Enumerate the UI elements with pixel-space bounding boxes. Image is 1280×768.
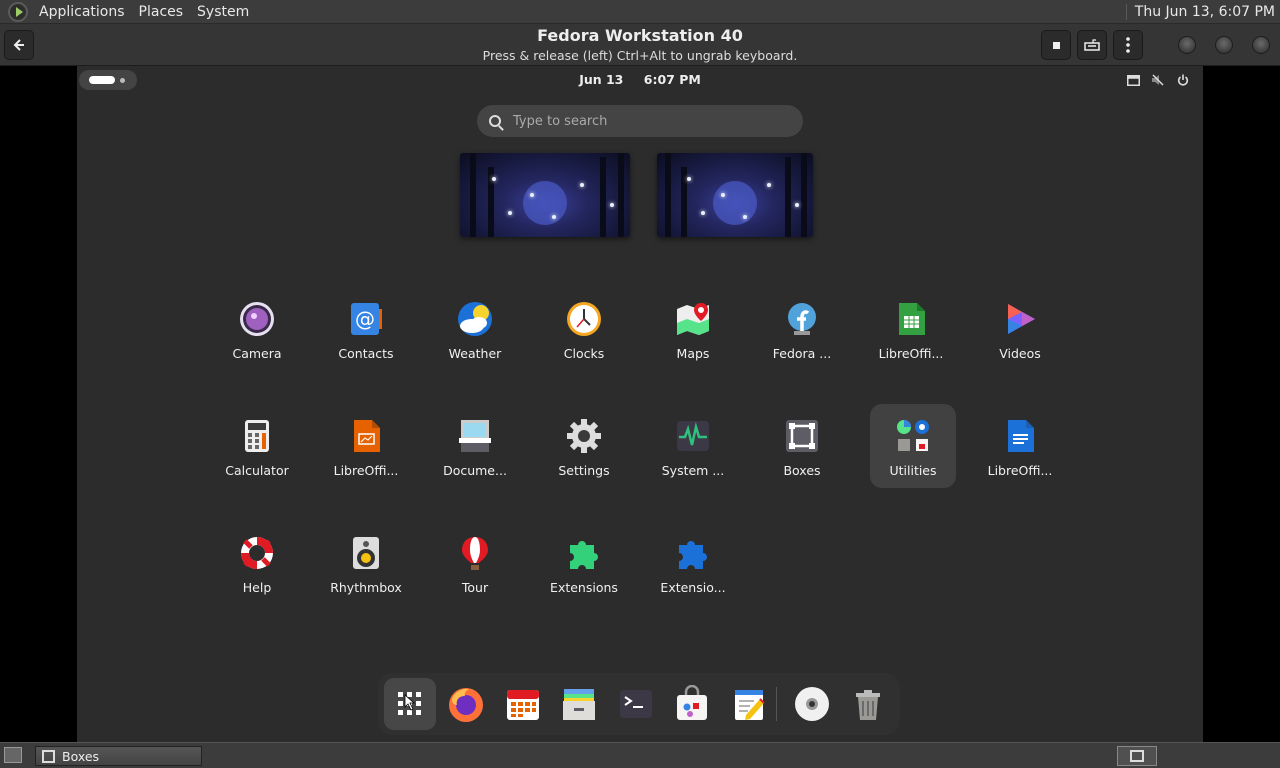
taskbar-item-boxes[interactable]: Boxes xyxy=(35,746,202,766)
guest-clock[interactable]: Jun 13 6:07 PM xyxy=(77,72,1203,87)
app-libreoffice-calc[interactable]: LibreOffi... xyxy=(868,287,954,371)
app-system-monitor[interactable]: System ... xyxy=(650,404,736,488)
workspace-switcher[interactable] xyxy=(1117,746,1157,766)
app-document-scanner[interactable]: Docume... xyxy=(432,404,518,488)
app-extensions[interactable]: Extensions xyxy=(541,521,627,605)
search-placeholder: Type to search xyxy=(513,113,608,129)
boxes-header-bar: Fedora Workstation 40 Press & release (l… xyxy=(0,24,1280,66)
taskbar-item-label: Boxes xyxy=(62,748,100,764)
app-clocks[interactable]: Clocks xyxy=(541,287,627,371)
app-help[interactable]: Help xyxy=(214,521,300,605)
menu-button[interactable] xyxy=(1113,30,1143,60)
calendar-icon[interactable] xyxy=(504,685,542,723)
app-libreoffice-impress[interactable]: LibreOffi... xyxy=(323,404,409,488)
boxes-icon xyxy=(786,420,818,452)
document-icon xyxy=(1008,420,1034,452)
balloon-icon xyxy=(462,537,488,570)
scanner-icon xyxy=(459,420,491,452)
map-icon xyxy=(677,303,709,335)
trash-icon[interactable] xyxy=(849,685,887,723)
text-editor-icon[interactable] xyxy=(730,685,768,723)
show-apps-icon[interactable] xyxy=(391,685,429,723)
app-settings[interactable]: Settings xyxy=(541,404,627,488)
presentation-icon xyxy=(354,420,380,452)
square-icon xyxy=(1052,41,1060,49)
dock-separator xyxy=(776,687,777,721)
menu-applications[interactable]: Applications xyxy=(32,4,132,20)
video-play-icon xyxy=(1008,304,1035,334)
app-calculator[interactable]: Calculator xyxy=(214,404,300,488)
puzzle-blue-icon xyxy=(679,541,707,569)
guest-time: 6:07 PM xyxy=(643,72,701,87)
workspace-thumbnail-2[interactable] xyxy=(657,153,813,237)
dash-dock xyxy=(378,673,900,735)
firefox-icon[interactable] xyxy=(447,685,485,723)
app-folder-utilities[interactable]: Utilities xyxy=(870,404,956,488)
files-icon[interactable] xyxy=(560,685,598,723)
host-top-panel: Applications Places System Thu Jun 13, 6… xyxy=(0,0,1280,24)
camera-icon xyxy=(240,302,274,336)
app-camera[interactable]: Camera xyxy=(214,287,300,371)
puzzle-green-icon xyxy=(570,541,598,569)
menu-places[interactable]: Places xyxy=(132,4,191,20)
app-boxes[interactable]: Boxes xyxy=(759,404,845,488)
volume-muted-icon[interactable] xyxy=(1150,72,1166,88)
terminal-icon[interactable] xyxy=(617,685,655,723)
app-rhythmbox[interactable]: Rhythmbox xyxy=(323,521,409,605)
workspace-thumbnail-1[interactable] xyxy=(460,153,630,237)
workspace-icon xyxy=(1130,750,1144,762)
app-videos[interactable]: Videos xyxy=(977,287,1063,371)
guest-date: Jun 13 xyxy=(579,72,624,87)
lifebuoy-icon xyxy=(241,537,273,569)
system-monitor-icon xyxy=(677,421,709,451)
menu-system[interactable]: System xyxy=(190,4,256,20)
power-icon[interactable] xyxy=(1175,72,1191,88)
distro-logo-icon[interactable] xyxy=(8,1,28,22)
app-extension-manager[interactable]: Extensio... xyxy=(650,521,736,605)
keyboard-icon xyxy=(1084,39,1100,51)
vertical-dots-icon xyxy=(1126,37,1130,53)
keyboard-button[interactable] xyxy=(1077,30,1107,60)
svg-text:@: @ xyxy=(355,307,375,331)
maximize-button[interactable] xyxy=(1215,36,1233,54)
clock-icon xyxy=(567,302,601,336)
app-fedora-media-writer[interactable]: Fedora ... xyxy=(759,287,845,371)
folder-grid-icon xyxy=(897,420,929,451)
app-weather[interactable]: Weather xyxy=(432,287,518,371)
app-libreoffice-writer[interactable]: LibreOffi... xyxy=(977,404,1063,488)
contacts-icon: @ xyxy=(351,303,382,335)
speaker-icon xyxy=(353,537,379,569)
guest-top-bar: Jun 13 6:07 PM xyxy=(77,66,1203,94)
app-contacts[interactable]: @ Contacts xyxy=(323,287,409,371)
gear-icon xyxy=(567,419,601,453)
disc-icon[interactable] xyxy=(793,685,831,723)
fullscreen-button[interactable] xyxy=(1041,30,1071,60)
fedora-icon xyxy=(788,303,816,335)
network-icon[interactable] xyxy=(1125,72,1141,88)
vm-display[interactable]: Jun 13 6:07 PM Type to search Camera @ C… xyxy=(77,66,1203,742)
calculator-icon xyxy=(245,420,269,452)
search-icon xyxy=(489,115,501,127)
weather-icon xyxy=(458,302,492,336)
software-icon[interactable] xyxy=(673,685,711,723)
close-button[interactable] xyxy=(1252,36,1270,54)
spreadsheet-icon xyxy=(899,303,925,335)
minimize-button[interactable] xyxy=(1178,36,1196,54)
search-input[interactable]: Type to search xyxy=(477,105,803,137)
app-maps[interactable]: Maps xyxy=(650,287,736,371)
host-clock[interactable]: Thu Jun 13, 6:07 PM xyxy=(1125,3,1280,20)
show-desktop-icon[interactable] xyxy=(4,747,22,763)
host-bottom-panel: Boxes xyxy=(0,742,1280,768)
app-tour[interactable]: Tour xyxy=(432,521,518,605)
boxes-small-icon xyxy=(42,750,55,763)
